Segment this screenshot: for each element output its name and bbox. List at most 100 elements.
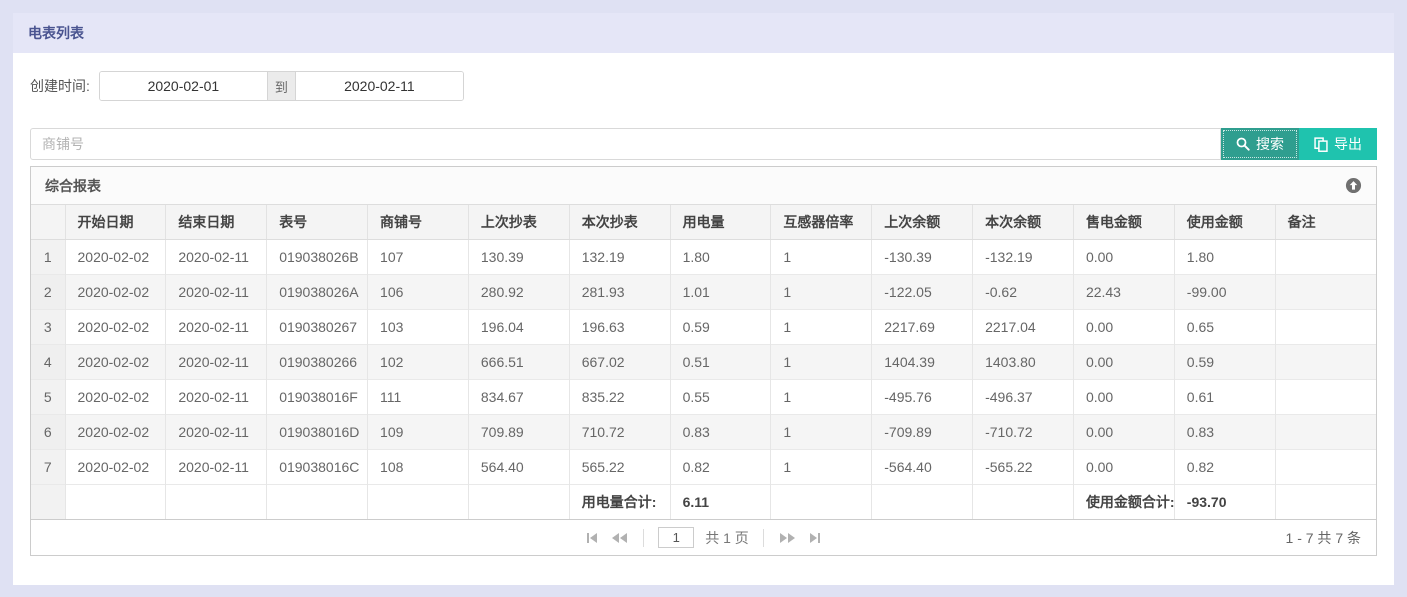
table-cell: 107 — [368, 239, 469, 274]
table-row[interactable]: 72020-02-022020-02-11019038016C108564.40… — [31, 449, 1376, 484]
summary-cell — [65, 484, 166, 519]
table-cell: 0.51 — [670, 344, 771, 379]
table-cell: -496.37 — [973, 379, 1074, 414]
table-cell: 0.59 — [670, 309, 771, 344]
table-cell — [1275, 414, 1376, 449]
table-row[interactable]: 12020-02-022020-02-11019038026B107130.39… — [31, 239, 1376, 274]
next-page-icon[interactable] — [778, 531, 797, 545]
table-cell — [1275, 274, 1376, 309]
table-row[interactable]: 32020-02-022020-02-110190380267103196.04… — [31, 309, 1376, 344]
export-icon — [1314, 137, 1328, 152]
table-cell: -564.40 — [872, 449, 973, 484]
date-range-separator: 到 — [267, 72, 296, 100]
column-header[interactable]: 商铺号 — [368, 205, 469, 239]
table-cell: 0.82 — [1174, 449, 1275, 484]
column-header[interactable]: 用电量 — [670, 205, 771, 239]
table-row[interactable]: 62020-02-022020-02-11019038016D109709.89… — [31, 414, 1376, 449]
table-cell: 0.00 — [1073, 239, 1174, 274]
column-header[interactable]: 本次余额 — [973, 205, 1074, 239]
table-cell: 2020-02-11 — [166, 449, 267, 484]
summary-cell — [368, 484, 469, 519]
column-header[interactable]: 上次余额 — [872, 205, 973, 239]
table-cell: 1 — [771, 274, 872, 309]
table-cell: 102 — [368, 344, 469, 379]
column-header[interactable]: 本次抄表 — [569, 205, 670, 239]
table-cell: 667.02 — [569, 344, 670, 379]
table-cell: 2020-02-11 — [166, 239, 267, 274]
table-cell: 109 — [368, 414, 469, 449]
table-cell: 835.22 — [569, 379, 670, 414]
total-pages-label: 共 1 页 — [705, 528, 749, 548]
row-number-cell: 5 — [31, 379, 65, 414]
table-cell — [1275, 239, 1376, 274]
column-header[interactable]: 表号 — [267, 205, 368, 239]
summary-cell — [468, 484, 569, 519]
summary-cell: 使用金额合计: — [1073, 484, 1174, 519]
last-page-icon[interactable] — [808, 531, 822, 545]
table-cell: 0.00 — [1073, 449, 1174, 484]
table-cell: 834.67 — [468, 379, 569, 414]
table-cell: -0.62 — [973, 274, 1074, 309]
table-cell: 1.80 — [1174, 239, 1275, 274]
table-cell: -495.76 — [872, 379, 973, 414]
collapse-grid-icon[interactable] — [1345, 177, 1362, 194]
summary-cell: -93.70 — [1174, 484, 1275, 519]
search-button[interactable]: 搜索 — [1221, 128, 1299, 160]
table-cell: 1 — [771, 309, 872, 344]
date-range-control: 到 — [99, 71, 464, 101]
table-cell: 130.39 — [468, 239, 569, 274]
table-cell: 2020-02-11 — [166, 379, 267, 414]
table-cell: 2020-02-02 — [65, 449, 166, 484]
table-cell: 108 — [368, 449, 469, 484]
table-cell: 0.83 — [1174, 414, 1275, 449]
export-button-label: 导出 — [1334, 134, 1362, 154]
report-table: 开始日期结束日期表号商铺号上次抄表本次抄表用电量互感器倍率上次余额本次余额售电金… — [31, 205, 1376, 519]
page-number-input[interactable] — [658, 527, 694, 548]
summary-cell: 用电量合计: — [569, 484, 670, 519]
table-cell: 019038026A — [267, 274, 368, 309]
table-cell: 2020-02-02 — [65, 239, 166, 274]
table-cell: -709.89 — [872, 414, 973, 449]
table-cell: 2217.69 — [872, 309, 973, 344]
export-button[interactable]: 导出 — [1299, 128, 1377, 160]
table-cell: 709.89 — [468, 414, 569, 449]
date-to-input[interactable] — [296, 72, 463, 100]
column-header[interactable]: 使用金额 — [1174, 205, 1275, 239]
column-header[interactable]: 售电金额 — [1073, 205, 1174, 239]
table-cell: 1403.80 — [973, 344, 1074, 379]
panel-header: 电表列表 — [13, 13, 1394, 53]
row-number-header — [31, 205, 65, 239]
record-range-label: 1 - 7 共 7 条 — [1286, 528, 1361, 548]
first-page-icon[interactable] — [585, 531, 599, 545]
table-cell: 2020-02-02 — [65, 309, 166, 344]
prev-page-icon[interactable] — [610, 531, 629, 545]
table-row[interactable]: 42020-02-022020-02-110190380266102666.51… — [31, 344, 1376, 379]
shop-number-search-input[interactable] — [30, 128, 1221, 160]
table-cell: 196.63 — [569, 309, 670, 344]
search-row: 搜索 导出 — [30, 128, 1377, 160]
table-cell: 1.01 — [670, 274, 771, 309]
row-number-cell: 1 — [31, 239, 65, 274]
table-cell: 0.00 — [1073, 309, 1174, 344]
column-header[interactable]: 互感器倍率 — [771, 205, 872, 239]
table-cell: 0.55 — [670, 379, 771, 414]
column-header[interactable]: 备注 — [1275, 205, 1376, 239]
table-cell: 0.59 — [1174, 344, 1275, 379]
table-cell: 281.93 — [569, 274, 670, 309]
table-cell: 2020-02-02 — [65, 379, 166, 414]
summary-cell: 6.11 — [670, 484, 771, 519]
pager-bar: 共 1 页 1 - 7 共 7 条 — [31, 519, 1376, 555]
column-header[interactable]: 上次抄表 — [468, 205, 569, 239]
table-row[interactable]: 22020-02-022020-02-11019038026A106280.92… — [31, 274, 1376, 309]
table-row[interactable]: 52020-02-022020-02-11019038016F111834.67… — [31, 379, 1376, 414]
column-header[interactable]: 开始日期 — [65, 205, 166, 239]
table-cell: 019038016D — [267, 414, 368, 449]
table-cell: 1 — [771, 414, 872, 449]
table-cell: 1 — [771, 449, 872, 484]
summary-cell — [771, 484, 872, 519]
table-cell: 0.65 — [1174, 309, 1275, 344]
date-from-input[interactable] — [100, 72, 267, 100]
table-cell: -710.72 — [973, 414, 1074, 449]
column-header[interactable]: 结束日期 — [166, 205, 267, 239]
table-cell: 2020-02-11 — [166, 274, 267, 309]
